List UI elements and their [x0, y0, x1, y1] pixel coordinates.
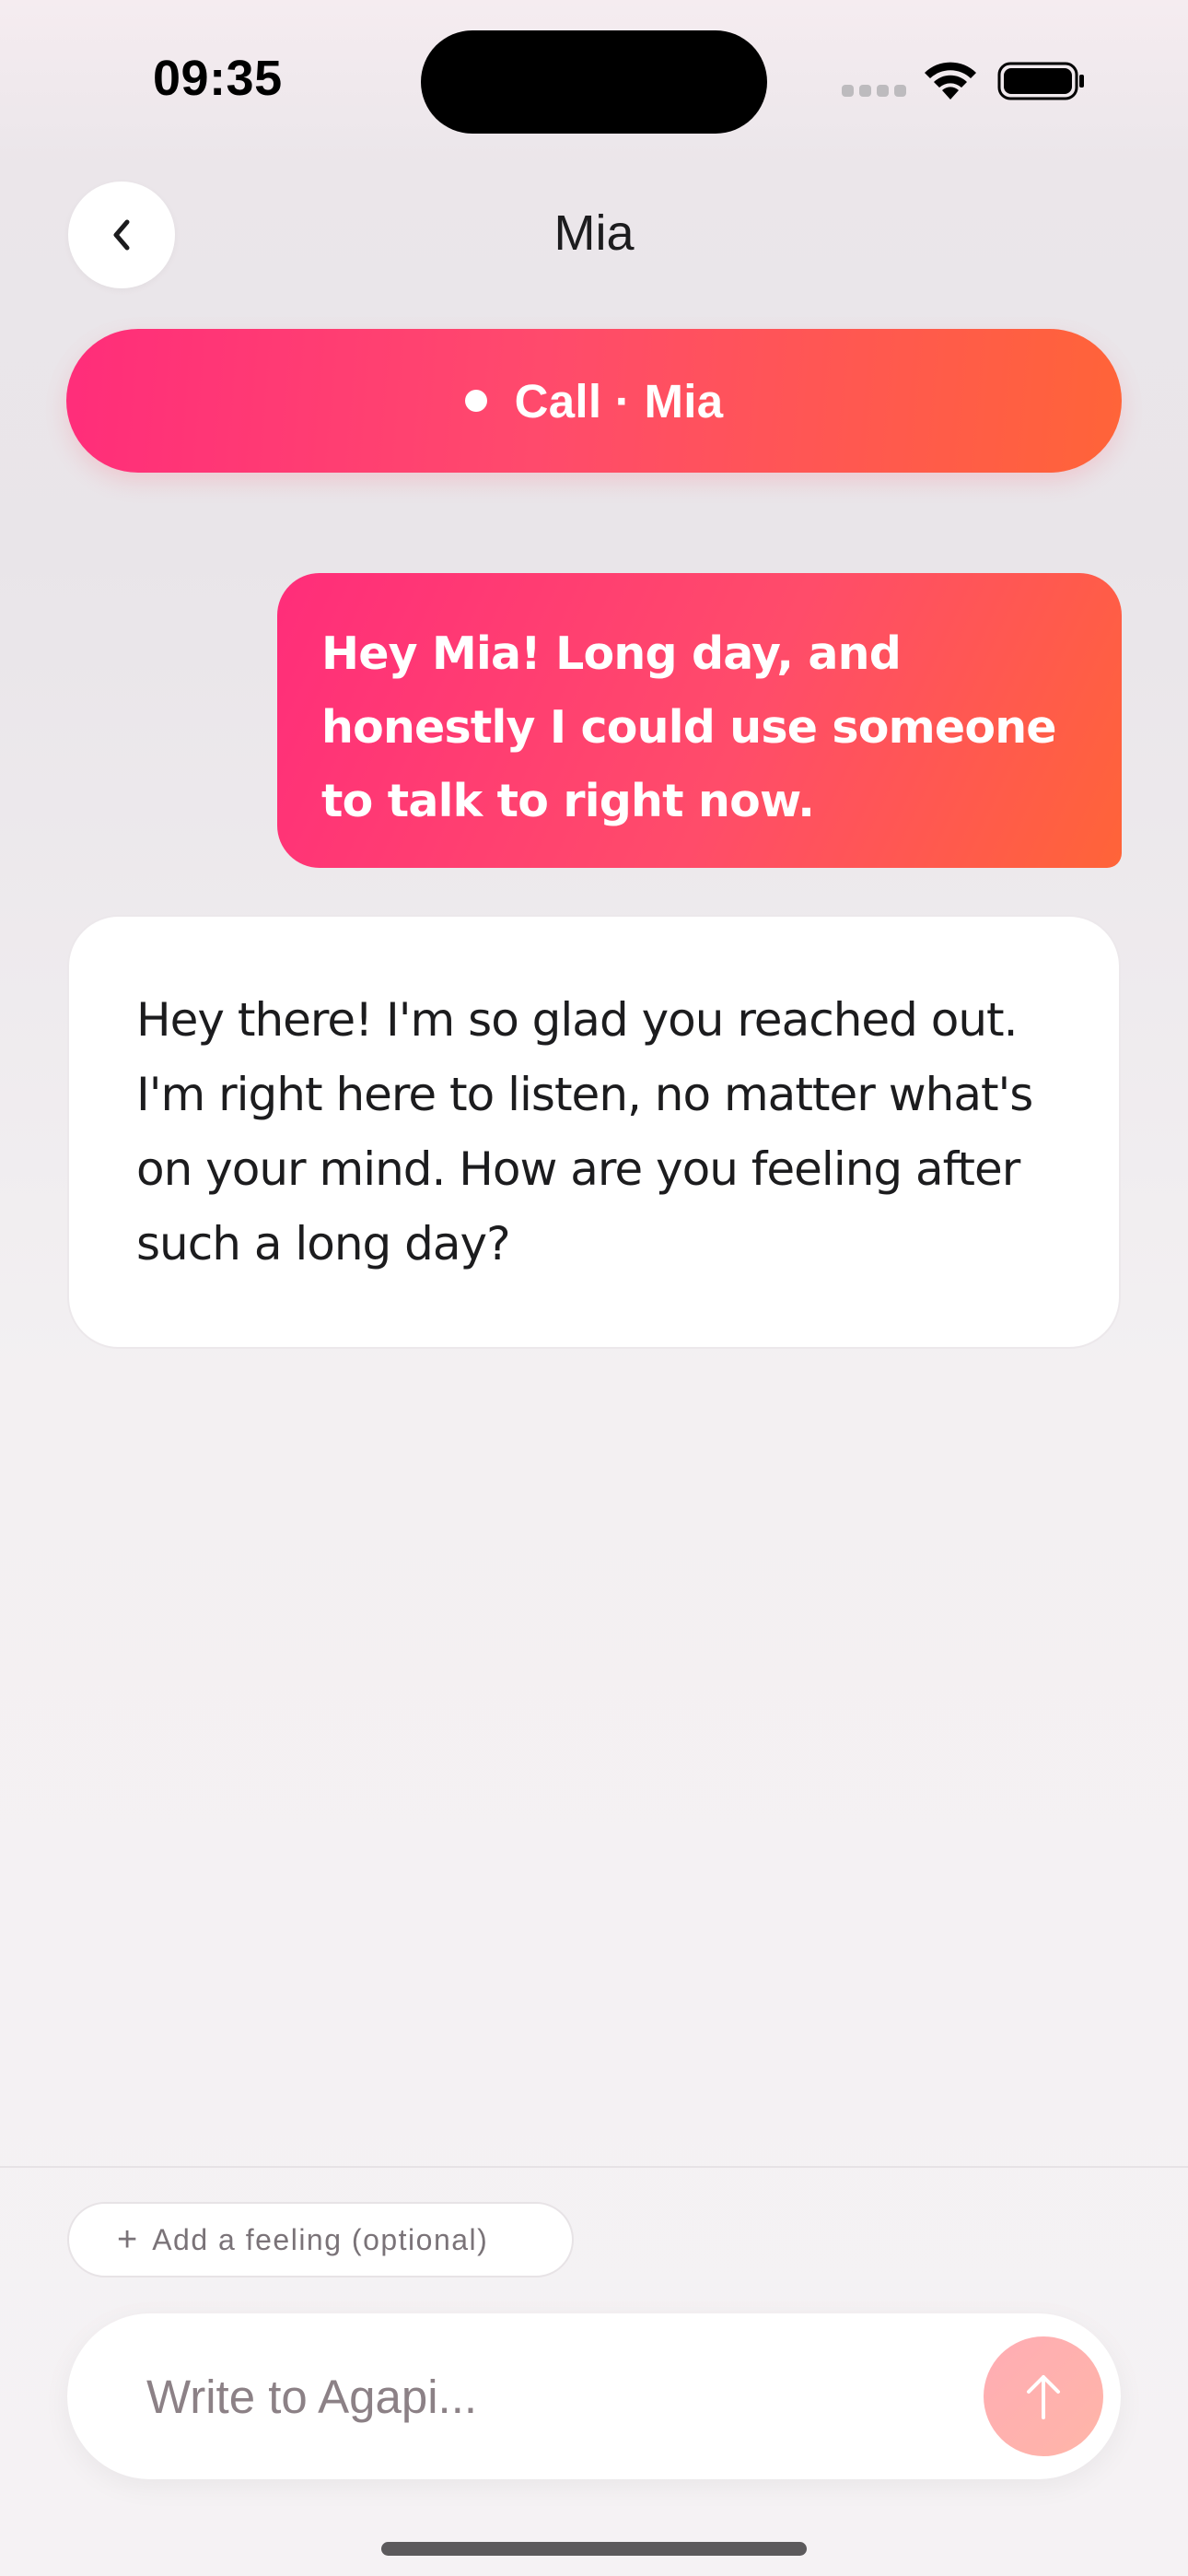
message-text: Hey there! I'm so glad you reached out. …	[136, 993, 1033, 1270]
dynamic-island	[421, 30, 767, 134]
message-bubble-user: Hey Mia! Long day, and honestly I could …	[277, 573, 1122, 868]
message-input[interactable]	[146, 2350, 975, 2442]
status-time: 09:35	[153, 51, 283, 106]
call-status-dot	[464, 390, 487, 412]
call-button[interactable]: Call · Mia	[66, 329, 1122, 473]
wifi-icon	[925, 62, 976, 100]
add-feeling-button[interactable]: + Add a feeling (optional)	[67, 2202, 574, 2277]
page-title: Mia	[553, 205, 635, 261]
home-indicator	[381, 2542, 807, 2556]
call-button-label: Call · Mia	[514, 374, 724, 427]
arrow-up-icon	[1027, 2375, 1060, 2419]
send-button[interactable]	[984, 2336, 1103, 2456]
signal-icon	[842, 85, 906, 98]
status-bar: 09:35	[0, 0, 1188, 147]
message-bubble-assistant: Hey there! I'm so glad you reached out. …	[67, 915, 1121, 1349]
message-composer	[67, 2313, 1121, 2479]
battery-icon	[997, 62, 1084, 100]
plus-icon: +	[117, 2220, 138, 2259]
divider	[0, 2166, 1188, 2168]
add-feeling-label: Add a feeling (optional)	[152, 2222, 489, 2256]
message-text: Hey Mia! Long day, and honestly I could …	[321, 627, 1057, 827]
